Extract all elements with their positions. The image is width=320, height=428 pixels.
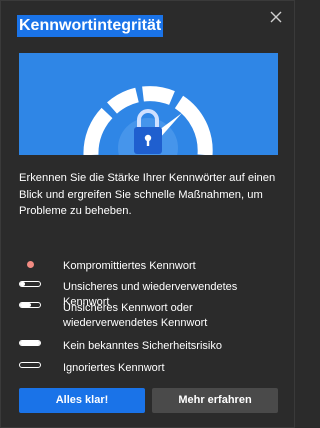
got-it-button[interactable]: Alles klar! bbox=[19, 388, 145, 413]
dialog-title: Kennwortintegrität bbox=[17, 15, 164, 37]
close-icon[interactable] bbox=[269, 10, 283, 24]
learn-more-button[interactable]: Mehr erfahren bbox=[152, 388, 278, 413]
password-gauge-illustration bbox=[19, 53, 278, 155]
legend-label: Kompromittiertes Kennwort bbox=[63, 260, 196, 272]
legend-label: Kein bekanntes Sicherheitsrisiko bbox=[63, 340, 222, 352]
legend-label: Unsicheres Kennwort oder wiederverwendet… bbox=[63, 302, 208, 329]
password-health-dialog: Kennwortintegrität Erkennen Sie die Stär… bbox=[0, 0, 295, 428]
dialog-description: Erkennen Sie die Stärke Ihrer Kennwörter… bbox=[19, 172, 276, 217]
legend-label: Ignoriertes Kennwort bbox=[63, 362, 165, 374]
